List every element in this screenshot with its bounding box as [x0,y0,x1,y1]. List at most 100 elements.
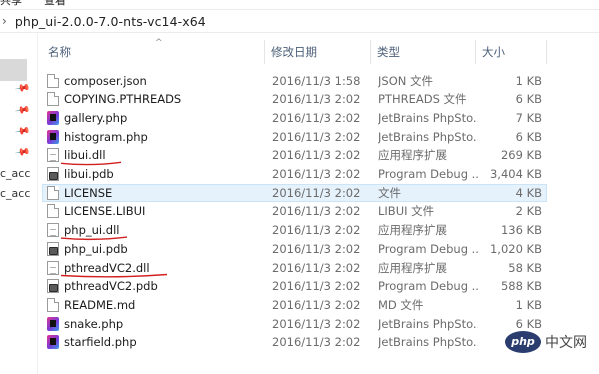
file-name: libui.pdb [64,167,114,181]
ribbon-bar: 共享 查看 [0,0,599,6]
dll-icon [47,223,59,238]
file-row[interactable]: LICENSE 2016/11/3 2:02 文件 4 KB [42,183,547,203]
dll-icon [47,148,59,163]
file-size: 7 KB [515,110,542,125]
file-size: 269 KB [500,148,542,163]
file-type: JetBrains PhpSto... [378,335,478,350]
file-size: 4 KB [515,185,542,200]
file-type: MD 文件 [378,297,424,312]
pin-icon[interactable]: 📌 [14,80,31,96]
file-row[interactable]: libui.pdb 2016/11/3 2:02 Program Debug ...… [42,165,547,184]
file-name: pthreadVC2.pdb [64,279,158,294]
file-row[interactable]: composer.json 2016/11/3 1:58 JSON 文件 1 KB [42,72,547,91]
file-type: PTHREADS 文件 [378,92,467,107]
file-type: Program Debug ... [378,167,478,181]
file-type: JetBrains PhpSto... [378,129,478,144]
pin-icon[interactable]: 📌 [14,123,31,139]
file-modified-date: 2016/11/3 2:02 [272,110,361,125]
column-header-size-label: 大小 [482,45,505,59]
file-size: 136 KB [500,223,542,238]
column-header-date[interactable]: 修改日期 [265,37,370,67]
file-type: JetBrains PhpSto... [378,110,478,125]
document-icon [47,185,59,200]
phpstorm-icon [47,335,59,350]
file-type: 应用程序扩展 [378,148,447,163]
pin-icon[interactable]: 📌 [14,144,31,160]
ribbon-tab-share[interactable]: 共享 [0,0,22,6]
column-header-size[interactable]: 大小 [476,37,546,67]
breadcrumb-chevron-icon[interactable]: › [2,14,7,28]
file-modified-date: 2016/11/3 2:02 [272,204,361,219]
nav-item-label[interactable]: c_acc [0,187,30,200]
watermark-site-text: 中文网 [545,335,587,351]
phpstorm-icon [47,129,59,144]
file-modified-date: 2016/11/3 2:02 [272,92,361,107]
file-type: 文件 [378,185,401,200]
nav-item-label[interactable]: c_acc [0,167,30,180]
file-row[interactable]: README.md 2016/11/3 2:02 MD 文件 1 KB [42,296,547,315]
file-modified-date: 2016/11/3 1:58 [272,73,361,88]
document-icon [47,92,59,107]
file-name: starfield.php [64,335,137,350]
file-row[interactable]: histogram.php 2016/11/3 2:02 JetBrains Php… [42,128,547,147]
file-row[interactable]: starfield.php 2016/11/3 2:02 JetBrains Php… [42,333,547,352]
file-row[interactable]: php_ui.pdb 2016/11/3 2:02 Program Debug ..… [42,240,547,259]
file-type: Program Debug ... [378,279,478,294]
file-name: php_ui.dll [64,223,120,238]
file-row[interactable]: LICENSE.LIBUI 2016/11/3 2:02 LIBUI 文件 2 KB [42,202,547,221]
file-size: 1,020 KB [489,241,542,256]
breadcrumb-current-folder[interactable]: php_ui-2.0.0-7.0-nts-vc14-x64 [15,14,206,29]
navigation-pane: 📌 📌 📌 📌 c_acc c_acc [0,33,38,374]
file-modified-date: 2016/11/3 2:02 [272,335,361,350]
file-name: composer.json [64,73,147,88]
file-type: 应用程序扩展 [378,223,447,238]
file-size: 1 KB [515,73,542,88]
column-header-type-label: 类型 [377,45,400,59]
file-row[interactable]: COPYING.PTHREADS 2016/11/3 2:02 PTHREADS 文… [42,90,547,109]
file-size: 6 KB [515,129,542,144]
file-type: LIBUI 文件 [378,204,435,219]
file-modified-date: 2016/11/3 2:02 [272,297,361,312]
file-modified-date: 2016/11/3 2:02 [272,241,361,256]
file-modified-date: 2016/11/3 2:02 [272,185,361,200]
ribbon-tab-view[interactable]: 查看 [44,0,66,6]
nav-selected-item[interactable] [0,59,27,81]
dll-icon [47,260,59,275]
watermark: php 中文网 [505,323,597,363]
file-type: 应用程序扩展 [378,260,447,275]
column-header-date-label: 修改日期 [271,45,317,59]
file-size: 6 KB [515,92,542,107]
phpstorm-icon [47,110,59,125]
file-name: snake.php [64,316,124,331]
file-name: README.md [64,297,136,312]
file-type: Program Debug ... [378,241,478,256]
php-logo: php [505,331,541,353]
file-modified-date: 2016/11/3 2:02 [272,279,361,294]
file-row[interactable]: libui.dll 2016/11/3 2:02 应用程序扩展 269 KB [42,146,547,165]
pin-icon[interactable]: 📌 [14,102,31,118]
pdb-icon [47,167,59,181]
pdb-icon [47,241,59,256]
file-modified-date: 2016/11/3 2:02 [272,223,361,238]
column-header-type[interactable]: 类型 [371,37,475,67]
file-row[interactable]: gallery.php 2016/11/3 2:02 JetBrains PhpSt… [42,109,547,128]
file-size: 3,404 KB [489,167,542,181]
document-icon [47,297,59,312]
file-row[interactable]: pthreadVC2.dll 2016/11/3 2:02 应用程序扩展 58 KB [42,259,547,278]
file-modified-date: 2016/11/3 2:02 [272,167,361,181]
address-bar[interactable]: › php_ui-2.0.0-7.0-nts-vc14-x64 [0,9,599,33]
file-row[interactable]: php_ui.dll 2016/11/3 2:02 应用程序扩展 136 KB [42,221,547,240]
file-name: php_ui.pdb [64,241,128,256]
column-divider[interactable] [546,40,547,64]
file-size: 588 KB [500,279,542,294]
phpstorm-icon [47,316,59,331]
file-size: 1 KB [515,297,542,312]
file-name: histogram.php [64,129,148,144]
file-row[interactable]: snake.php 2016/11/3 2:02 JetBrains PhpSto.… [42,315,547,334]
file-modified-date: 2016/11/3 2:02 [272,316,361,331]
file-name: LICENSE.LIBUI [64,204,146,219]
file-name: LICENSE [64,185,113,200]
file-name: gallery.php [64,110,128,125]
file-row[interactable]: pthreadVC2.pdb 2016/11/3 2:02 Program Debu… [42,277,547,296]
column-header-name[interactable]: 名称 [42,37,264,67]
